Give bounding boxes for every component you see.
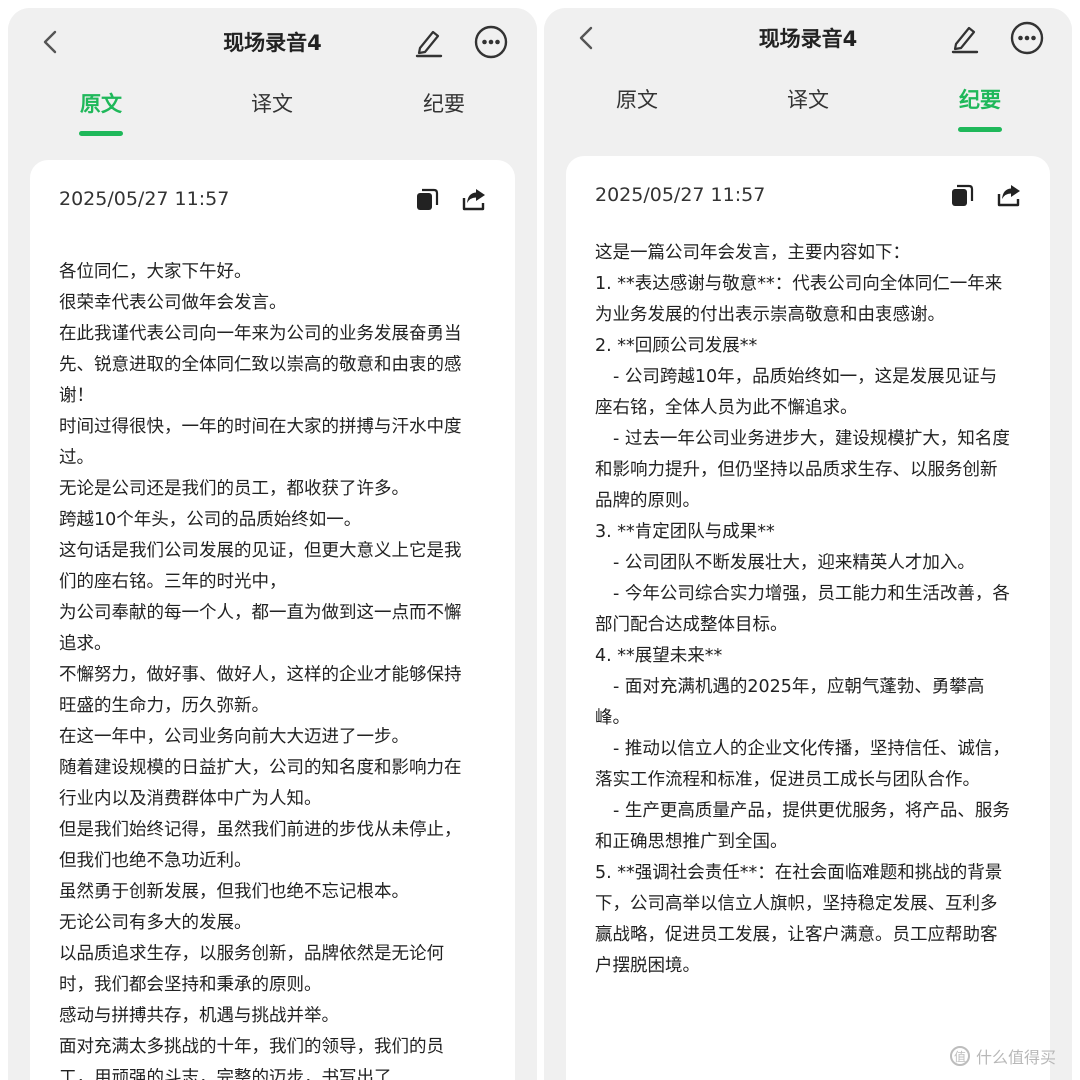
active-tab-indicator	[79, 131, 123, 136]
copy-icon[interactable]	[415, 188, 439, 212]
summary-subpoint: - 生产更高质量产品，提供更优服务，将产品、服务和正确思想推广到全国。	[595, 801, 1010, 852]
transcript-line: 面对充满太多挑战的十年，我们的领导，我们的员工，用顽强的斗志，完整的迈步，书写出…	[59, 1037, 444, 1080]
active-tab-indicator	[958, 127, 1002, 132]
transcript-line: 为公司奉献的每一个人，都一直为做到这一点而不懈追求。	[59, 603, 462, 654]
copy-icon[interactable]	[950, 184, 974, 208]
left-screen: 现场录音4 原文 译文 纪要 2025/05/27 11:57 各位同仁，大家下…	[8, 8, 537, 1080]
more-options-icon[interactable]	[1010, 21, 1044, 55]
transcript-line: 不懈努力，做好事、做好人，这样的企业才能够保持旺盛的生命力，历久弥新。	[59, 665, 462, 716]
tab-original[interactable]: 原文	[41, 88, 161, 136]
page-title: 现场录音4	[758, 27, 858, 51]
transcript-line: 很荣幸代表公司做年会发言。	[59, 293, 287, 313]
summary-subpoint: - 今年公司综合实力增强，员工能力和生活改善，各部门配合达成整体目标。	[595, 584, 1010, 635]
summary-subpoint: - 公司团队不断发展壮大，迎来精英人才加入。	[613, 553, 975, 573]
transcript-line: 在这一年中，公司业务向前大大迈进了一步。	[59, 727, 409, 747]
tab-label: 译文	[787, 88, 829, 112]
tab-translation[interactable]: 译文	[748, 84, 868, 114]
tab-bar: 原文 译文 纪要	[544, 84, 1072, 140]
watermark: 值 什么值得买	[950, 1044, 1056, 1068]
summary-text: 这是一篇公司年会发言，主要内容如下： 1. **表达感谢与敬意**：代表公司向全体…	[595, 238, 1014, 982]
summary-subpoint: - 推动以信立人的企业文化传播，坚持信任、诚信，落实工作流程和标准，促进员工成长…	[595, 739, 1010, 790]
record-date: 2025/05/27 11:57	[59, 188, 230, 210]
tab-label: 原文	[80, 92, 122, 116]
transcript-line: 各位同仁，大家下午好。	[59, 262, 252, 282]
page-title: 现场录音4	[223, 31, 322, 55]
record-date: 2025/05/27 11:57	[595, 184, 766, 206]
right-screen: 现场录音4 原文 译文 纪要 2025/05/27 11:57 这是一篇公司年会…	[544, 8, 1072, 1080]
share-icon[interactable]	[461, 186, 487, 212]
transcript-line: 这句话是我们公司发展的见证，但更大意义上它是我们的座右铭。三年的时光中，	[59, 541, 462, 592]
watermark-text: 什么值得买	[976, 1048, 1057, 1067]
summary-point: 4. **展望未来**	[595, 646, 723, 666]
watermark-logo-icon: 值	[950, 1046, 970, 1066]
summary-subpoint: - 面对充满机遇的2025年，应朝气蓬勃、勇攀高峰。	[595, 677, 985, 728]
transcript-text: 各位同仁，大家下午好。很荣幸代表公司做年会发言。在此我谨代表公司向一年来为公司的…	[59, 257, 475, 1080]
share-icon[interactable]	[996, 182, 1022, 208]
transcript-line: 在此我谨代表公司向一年来为公司的业务发展奋勇当先、锐意进取的全体同仁致以崇高的敬…	[59, 324, 462, 406]
header: 现场录音4	[544, 8, 1072, 76]
tab-summary[interactable]: 纪要	[920, 84, 1040, 132]
summary-point: 5. **强调社会责任**：在社会面临难题和挑战的背景下，公司高举以信立人旗帜，…	[595, 863, 1003, 976]
transcript-line: 感动与拼搏共存，机遇与挑战并举。	[59, 1006, 339, 1026]
tab-label: 纪要	[959, 88, 1001, 112]
summary-point: 这是一篇公司年会发言，主要内容如下：	[595, 243, 910, 263]
transcript-line: 跨越10个年头，公司的品质始终如一。	[59, 510, 362, 530]
transcript-line: 无论公司有多大的发展。	[59, 913, 252, 933]
transcript-line: 时间过得很快，一年的时间在大家的拼搏与汗水中度过。	[59, 417, 462, 468]
tab-label: 纪要	[423, 92, 465, 116]
summary-point: 1. **表达感谢与敬意**：代表公司向全体同仁一年来为业务发展的付出表示崇高敬…	[595, 274, 1003, 325]
content-card: 2025/05/27 11:57 这是一篇公司年会发言，主要内容如下： 1. **…	[566, 156, 1050, 1080]
transcript-line: 以品质追求生存，以服务创新，品牌依然是无论何时，我们都会坚持和秉承的原则。	[59, 944, 444, 995]
edit-pencil-icon[interactable]	[950, 22, 980, 54]
transcript-line: 但是我们始终记得，虽然我们前进的步伐从未停止，但我们也绝不急功近利。	[59, 820, 462, 871]
tab-label: 译文	[251, 92, 293, 116]
tab-original[interactable]: 原文	[577, 84, 697, 114]
tab-bar: 原文 译文 纪要	[8, 88, 537, 144]
content-card: 2025/05/27 11:57 各位同仁，大家下午好。很荣幸代表公司做年会发言…	[30, 160, 515, 1080]
header: 现场录音4	[8, 8, 537, 76]
summary-subpoint: - 过去一年公司业务进步大，建设规模扩大，知名度和影响力提升，但仍坚持以品质求生…	[595, 429, 1010, 511]
more-options-icon[interactable]	[474, 25, 508, 59]
tab-label: 原文	[616, 88, 658, 112]
summary-subpoint: - 公司跨越10年，品质始终如一，这是发展见证与座右铭，全体人员为此不懈追求。	[595, 367, 998, 418]
summary-point: 3. **肯定团队与成果**	[595, 522, 775, 542]
tab-summary[interactable]: 纪要	[384, 88, 504, 118]
summary-point: 2. **回顾公司发展**	[595, 336, 758, 356]
tab-translation[interactable]: 译文	[212, 88, 332, 118]
transcript-line: 随着建设规模的日益扩大，公司的知名度和影响力在行业内以及消费群体中广为人知。	[59, 758, 462, 809]
transcript-line: 无论是公司还是我们的员工，都收获了许多。	[59, 479, 409, 499]
transcript-line: 虽然勇于创新发展，但我们也绝不忘记根本。	[59, 882, 409, 902]
edit-pencil-icon[interactable]	[414, 26, 444, 58]
